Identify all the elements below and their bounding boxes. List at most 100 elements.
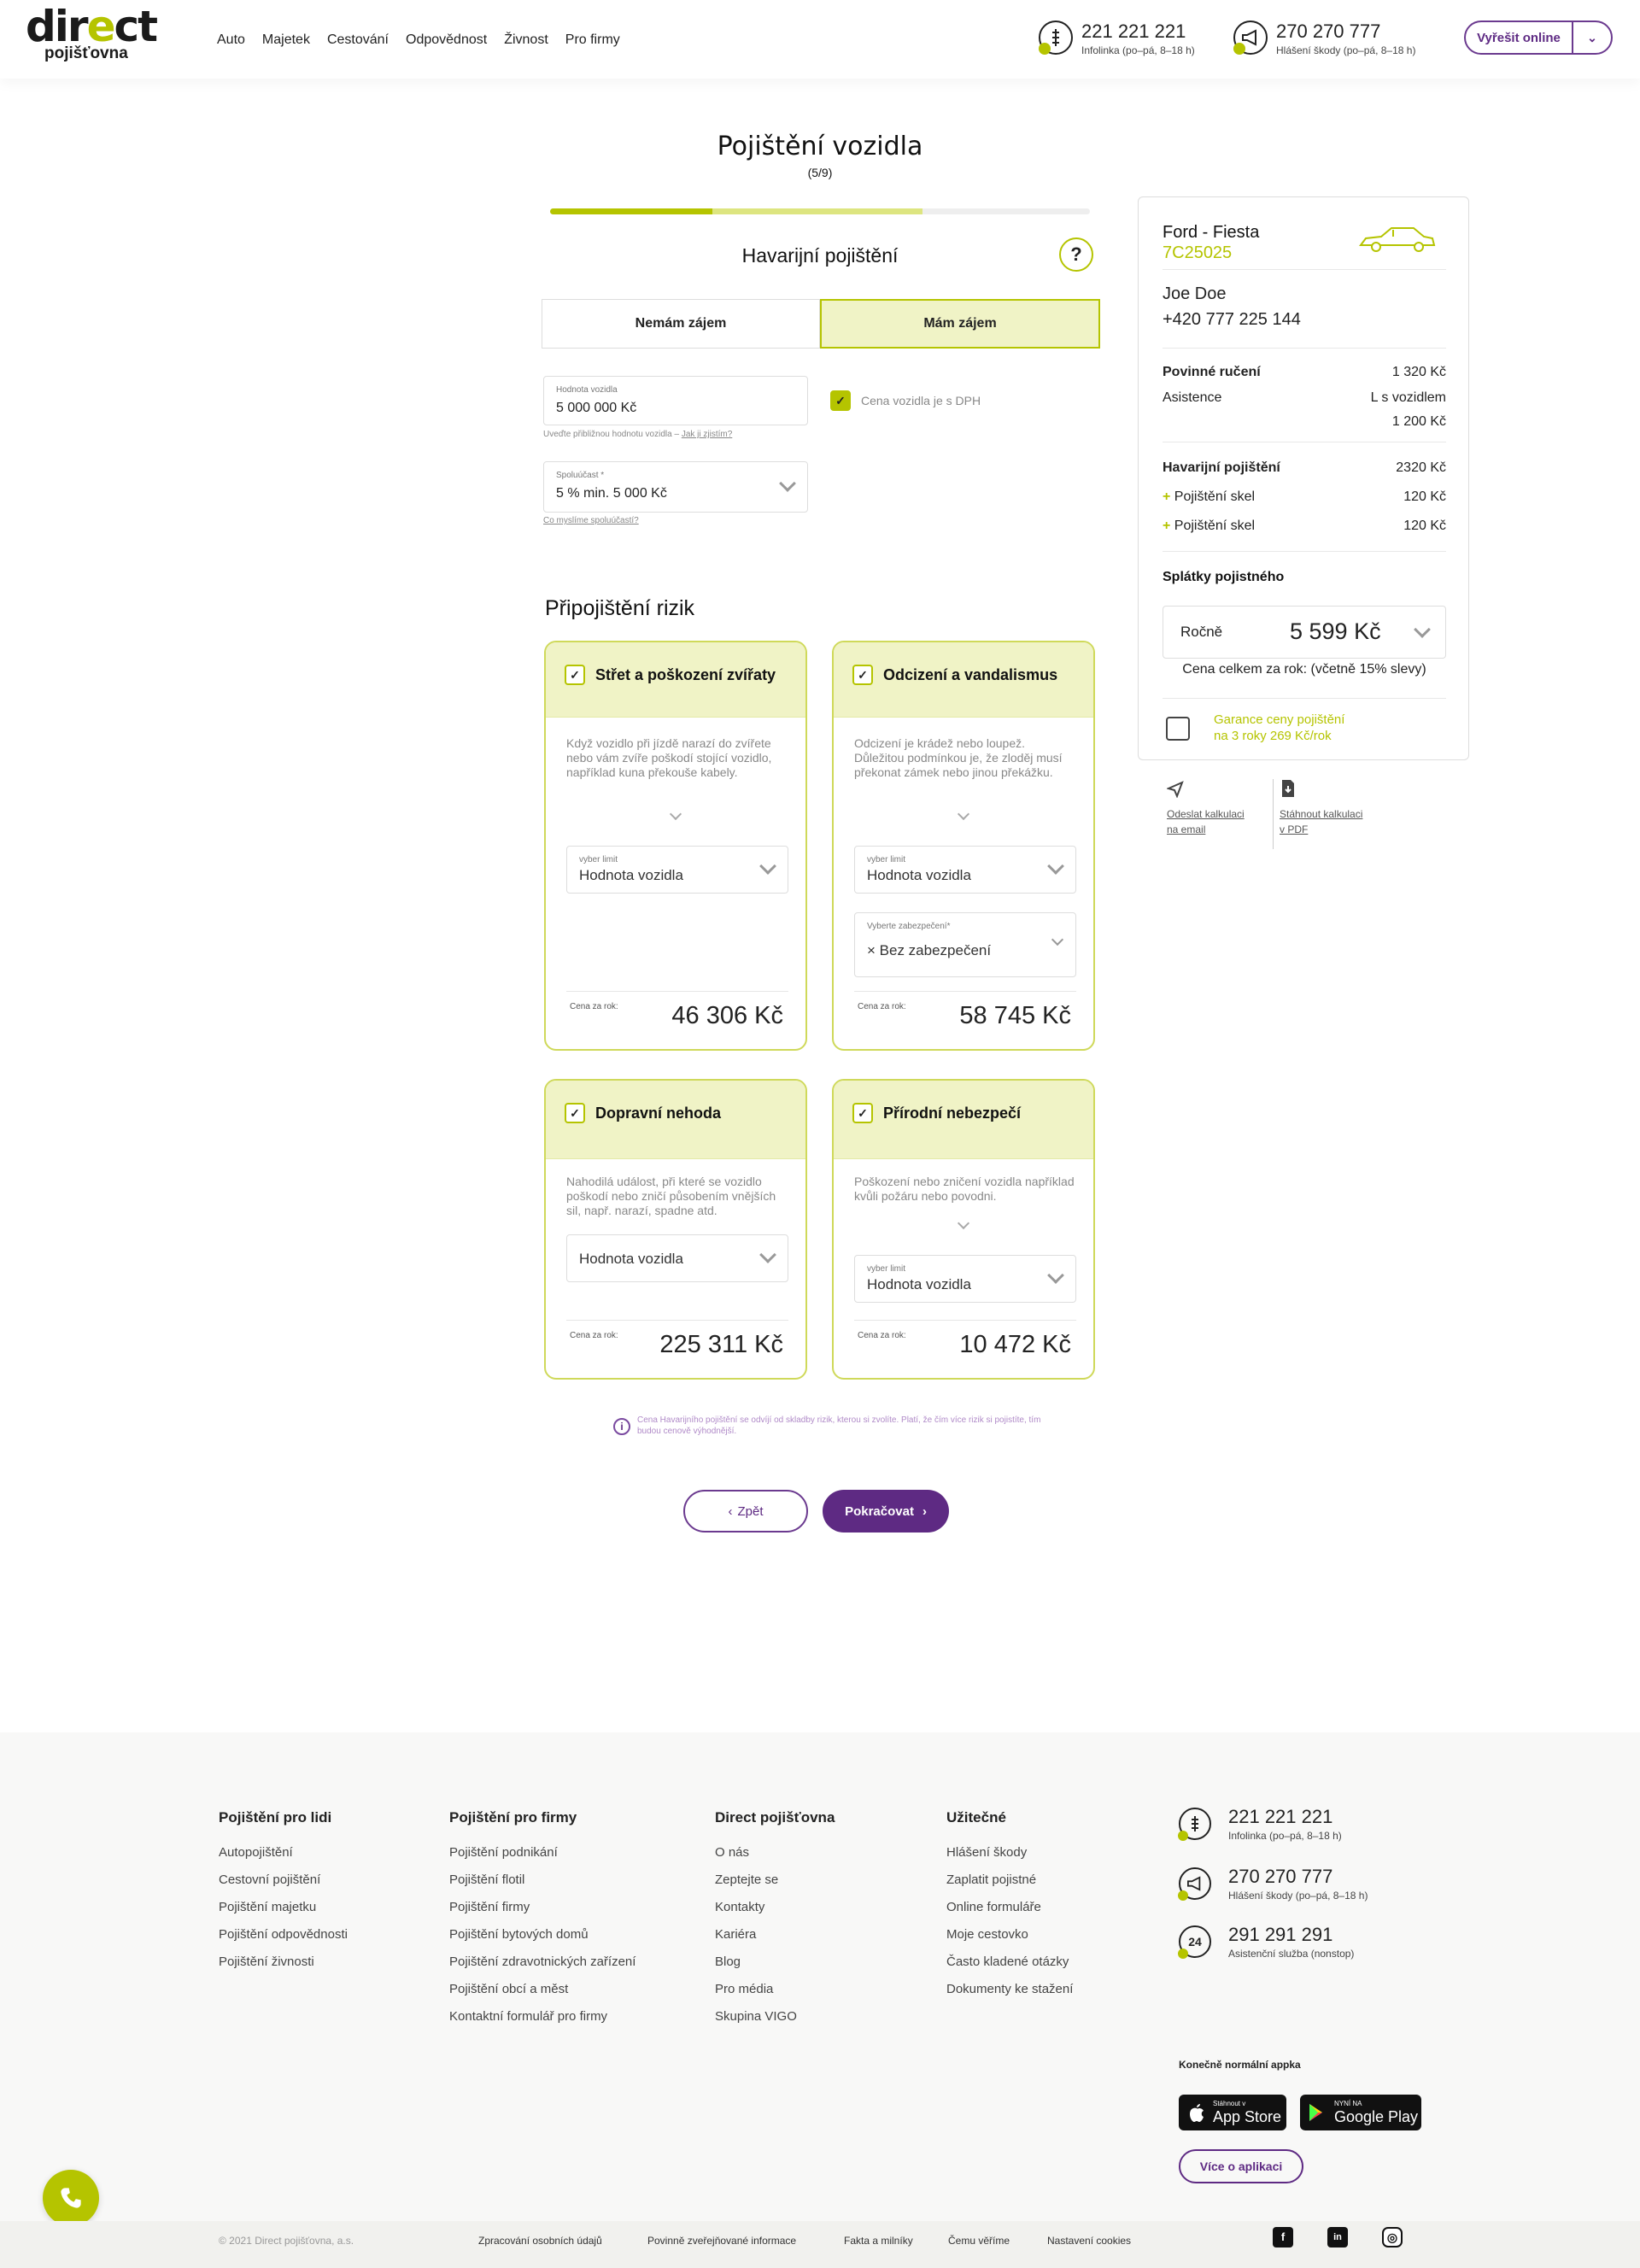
footer-infoline-number[interactable]: 221 221 221	[1228, 1806, 1332, 1828]
limit-select-label: vyber limit	[867, 1264, 906, 1274]
footer-link[interactable]: Pojištění obcí a měst	[449, 1982, 568, 1996]
toggle-no-interest[interactable]: Nemám zájem	[542, 299, 820, 349]
limit-select[interactable]: vyber limit Hodnota vozidla	[854, 1255, 1076, 1303]
resolve-online-button[interactable]: Vyřešit online ⌄	[1464, 21, 1613, 55]
rider-card-theft: ✓ Odcizení a vandalismus Odcizení je krá…	[832, 641, 1095, 1051]
continue-button[interactable]: Pokračovat ›	[823, 1490, 949, 1533]
instagram-icon[interactable]: ◎	[1382, 2227, 1403, 2247]
summary-panel: Ford - Fiesta 7C25025 Joe Doe +420 777 2…	[1138, 196, 1469, 760]
how-to-find-link[interactable]: Jak ji zjistím?	[682, 430, 732, 439]
footer-link[interactable]: Často kladené otázky	[946, 1954, 1069, 1969]
about-app-button[interactable]: Více o aplikaci	[1179, 2149, 1303, 2183]
vehicle-value-input[interactable]: 5 000 000 Kč	[556, 401, 636, 416]
limit-select[interactable]: vyber limit Hodnota vozidla	[566, 846, 788, 894]
claims-number[interactable]: 270 270 777	[1276, 21, 1380, 43]
nav-item-pro-firmy[interactable]: Pro firmy	[565, 32, 620, 48]
footer-link[interactable]: Blog	[715, 1954, 741, 1969]
google-play-icon	[1309, 2104, 1322, 2121]
rider-description: Odcizení je krádež nebo loupež. Důležito…	[854, 736, 1063, 779]
price-label: Cena za rok:	[570, 1331, 618, 1340]
megaphone-icon	[1233, 21, 1268, 55]
back-button[interactable]: ‹ Zpět	[683, 1490, 808, 1533]
linkedin-icon[interactable]: in	[1327, 2227, 1348, 2247]
footer-assistance-number[interactable]: 291 291 291	[1228, 1924, 1332, 1946]
footer-bottom-link[interactable]: Nastavení cookies	[1047, 2235, 1131, 2247]
nav-item-cestovani[interactable]: Cestování	[327, 32, 389, 48]
footer-link[interactable]: Pro média	[715, 1982, 773, 1996]
frequency-value: Ročně	[1180, 624, 1223, 640]
chevron-down-icon[interactable]: ⌄	[1573, 31, 1611, 45]
limit-select-value: Hodnota vozidla	[867, 1276, 971, 1292]
footer-bottom-link[interactable]: Fakta a milníky	[844, 2235, 913, 2247]
nav-item-odpovednost[interactable]: Odpovědnost	[406, 32, 487, 48]
guarantee-checkbox[interactable]	[1166, 717, 1190, 741]
footer-link[interactable]: Zeptejte se	[715, 1872, 778, 1887]
vat-checkbox[interactable]: ✓	[830, 390, 851, 411]
rider-checkbox[interactable]: ✓	[565, 1103, 585, 1123]
footer-link[interactable]: Hlášení škody	[946, 1845, 1027, 1860]
expand-chevron-icon[interactable]	[957, 1216, 970, 1230]
installments-select[interactable]: Ročně 5 599 Kč	[1163, 606, 1446, 659]
megaphone-icon	[1178, 1867, 1211, 1901]
nav-item-zivnost[interactable]: Živnost	[504, 32, 548, 48]
rider-price: Cena za rok: 10 472 Kč	[854, 1320, 1076, 1371]
limit-select[interactable]: Hodnota vozidla	[566, 1234, 788, 1282]
call-fab-button[interactable]	[43, 2170, 99, 2226]
footer-link[interactable]: Cestovní pojištění	[219, 1872, 320, 1887]
footer-link[interactable]: Pojištění firmy	[449, 1900, 530, 1914]
footer-link[interactable]: Moje cestovko	[946, 1927, 1028, 1942]
chevron-down-icon	[779, 475, 796, 492]
footer-bottom-link[interactable]: Zpracování osobních údajů	[478, 2235, 602, 2247]
total-note: Cena celkem za rok: (včetně 15% slevy)	[1182, 662, 1426, 677]
footer-link[interactable]: Zaplatit pojistné	[946, 1872, 1036, 1887]
step-indicator: (5/9)	[807, 166, 833, 179]
footer-link[interactable]: Autopojištění	[219, 1845, 293, 1860]
footer-link[interactable]: Pojištění podnikání	[449, 1845, 558, 1860]
summary-row-casco: Havarijní pojištění 2320 Kč	[1163, 460, 1446, 475]
download-pdf-link[interactable]: Stáhnout kalkulaci v PDF	[1280, 806, 1362, 837]
footer-link[interactable]: Kariéra	[715, 1927, 756, 1942]
footer-link[interactable]: Pojištění živnosti	[219, 1954, 314, 1969]
rider-checkbox[interactable]: ✓	[852, 665, 873, 685]
app-store-badge[interactable]: Stáhnout v App Store	[1179, 2095, 1286, 2130]
nav-item-auto[interactable]: Auto	[217, 32, 245, 48]
footer-bottom-link[interactable]: Čemu věříme	[948, 2235, 1010, 2247]
google-play-badge[interactable]: NYNÍ NA Google Play	[1300, 2095, 1421, 2130]
help-icon[interactable]: ?	[1059, 237, 1093, 272]
footer-link[interactable]: O nás	[715, 1845, 749, 1860]
resolve-online-label: Vyřešit online	[1477, 30, 1561, 45]
vehicle-value-field[interactable]: Hodnota vozidla 5 000 000 Kč	[543, 376, 808, 425]
rider-title: Přírodní nebezpečí	[883, 1105, 1022, 1122]
expand-chevron-icon[interactable]	[957, 807, 970, 821]
footer-claims-number[interactable]: 270 270 777	[1228, 1866, 1332, 1888]
footer-link[interactable]: Dokumenty ke stažení	[946, 1982, 1073, 1996]
toggle-interest[interactable]: Mám zájem	[820, 299, 1100, 349]
deductible-info-link[interactable]: Co myslíme spoluúčastí?	[543, 516, 639, 525]
footer-link[interactable]: Skupina VIGO	[715, 2009, 797, 2024]
footer-bottom-link[interactable]: Povinně zveřejňované informace	[647, 2235, 796, 2247]
footer-link[interactable]: Kontakty	[715, 1900, 764, 1914]
footer-link[interactable]: Pojištění zdravotnických zařízení	[449, 1954, 636, 1969]
expand-chevron-icon[interactable]	[669, 807, 682, 821]
deductible-select[interactable]: Spoluúčast * 5 % min. 5 000 Kč	[543, 461, 808, 513]
download-icon[interactable]	[1280, 779, 1297, 798]
security-select[interactable]: Vyberte zabezpečení* × Bez zabezpečení	[854, 912, 1076, 977]
actions-divider	[1273, 779, 1274, 849]
footer-link[interactable]: Pojištění majetku	[219, 1900, 316, 1914]
footer-link[interactable]: Kontaktní formulář pro firmy	[449, 2009, 607, 2024]
nav-item-majetek[interactable]: Majetek	[262, 32, 310, 48]
info-note: Cena Havarijního pojištění se odvíjí od …	[637, 1415, 1041, 1436]
footer-link[interactable]: Pojištění bytových domů	[449, 1927, 589, 1942]
footer-link[interactable]: Pojištění flotil	[449, 1872, 524, 1887]
footer-link[interactable]: Online formuláře	[946, 1900, 1041, 1914]
send-email-link[interactable]: Odeslat kalkulaci na email	[1167, 806, 1245, 837]
facebook-icon[interactable]: f	[1273, 2227, 1293, 2247]
limit-select[interactable]: vyber limit Hodnota vozidla	[854, 846, 1076, 894]
send-icon[interactable]	[1167, 781, 1184, 798]
rider-checkbox[interactable]: ✓	[852, 1103, 873, 1123]
site-header: direct pojišťovna Auto Majetek Cestování…	[0, 0, 1640, 79]
rider-checkbox[interactable]: ✓	[565, 665, 585, 685]
rider-card-header: ✓ Odcizení a vandalismus	[834, 642, 1093, 718]
footer-link[interactable]: Pojištění odpovědnosti	[219, 1927, 348, 1942]
infoline-number[interactable]: 221 221 221	[1081, 21, 1186, 43]
